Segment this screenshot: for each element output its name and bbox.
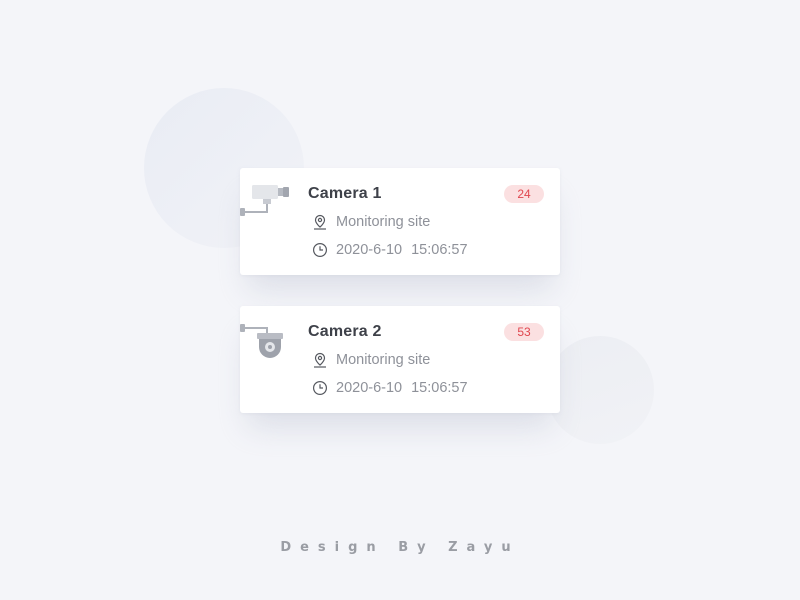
time-text: 15:06:57 bbox=[411, 380, 468, 396]
bullet-camera-icon bbox=[240, 185, 289, 216]
time-text: 15:06:57 bbox=[411, 242, 468, 258]
location-text: Monitoring site bbox=[336, 214, 431, 230]
camera-name: Camera 2 bbox=[308, 323, 382, 340]
timestamp-row: 2020-6-10 15:06:57 bbox=[312, 380, 468, 396]
camera-name: Camera 1 bbox=[308, 185, 382, 202]
count-badge: 24 bbox=[504, 185, 544, 203]
date-text: 2020-6-10 bbox=[336, 242, 403, 258]
location-pin-icon bbox=[314, 214, 326, 230]
clock-icon bbox=[312, 380, 328, 396]
count-badge: 53 bbox=[504, 323, 544, 341]
camera-card[interactable]: Camera 1 24 Monitoring site 2020-6-10 15… bbox=[240, 168, 560, 275]
location-pin-icon bbox=[314, 352, 326, 368]
decorative-circle bbox=[546, 336, 654, 444]
location-text: Monitoring site bbox=[336, 352, 431, 368]
location-row: Monitoring site bbox=[312, 214, 430, 230]
design-credit: Design By Zayu bbox=[280, 540, 520, 555]
location-row: Monitoring site bbox=[312, 352, 430, 368]
date-text: 2020-6-10 bbox=[336, 380, 403, 396]
timestamp-row: 2020-6-10 15:06:57 bbox=[312, 242, 468, 258]
dome-camera-icon bbox=[240, 324, 283, 358]
camera-card[interactable]: Camera 2 53 Monitoring site 2020-6-10 15… bbox=[240, 306, 560, 413]
clock-icon bbox=[312, 242, 328, 258]
